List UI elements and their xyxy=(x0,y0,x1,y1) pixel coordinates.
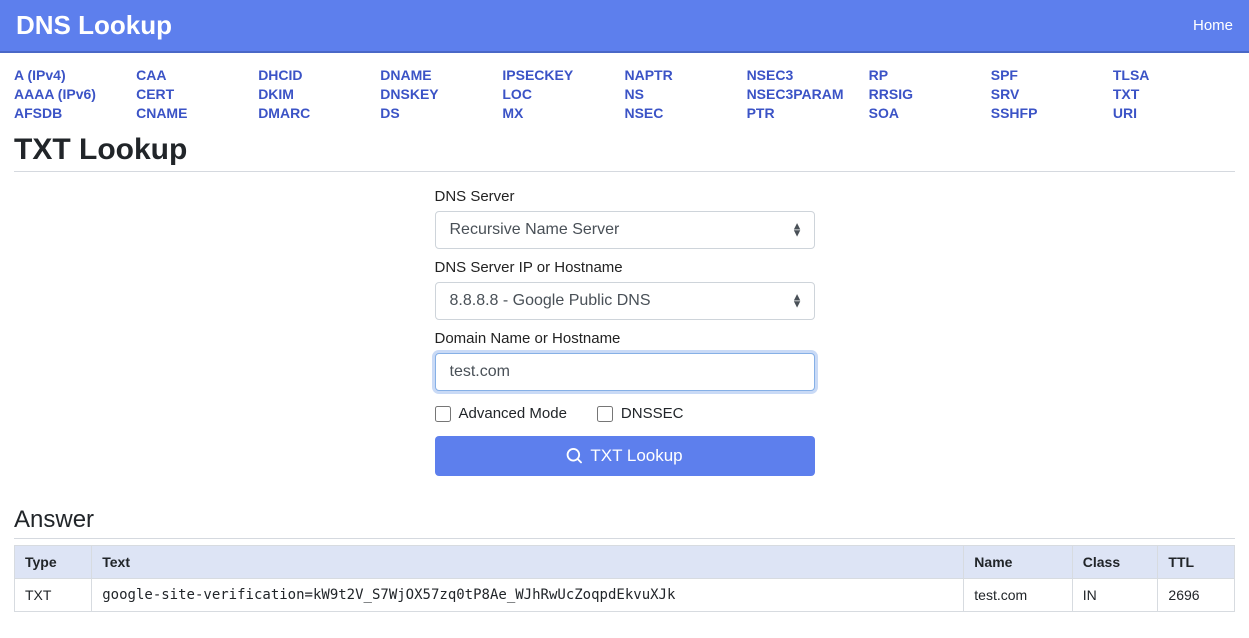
record-type-link[interactable]: SPF xyxy=(991,67,1113,83)
table-header: TTL xyxy=(1158,546,1235,579)
record-type-link[interactable]: SSHFP xyxy=(991,105,1113,121)
lookup-form: DNS Server Recursive Name Server ▲▼ DNS … xyxy=(435,188,815,476)
record-type-link[interactable]: NSEC3 xyxy=(747,67,869,83)
record-type-link[interactable]: SOA xyxy=(869,105,991,121)
home-link[interactable]: Home xyxy=(1193,17,1233,34)
domain-label: Domain Name or Hostname xyxy=(435,330,815,347)
dns-ip-select[interactable]: 8.8.8.8 - Google Public DNS xyxy=(435,282,815,320)
table-header: Name xyxy=(964,546,1072,579)
brand-title[interactable]: DNS Lookup xyxy=(16,10,172,41)
table-cell: test.com xyxy=(964,579,1072,612)
record-type-nav: A (IPv4) AAAA (IPv6) AFSDB CAA CERT CNAME DHCI… xyxy=(0,53,1249,129)
table-cell: google-site-verification=kW9t2V_S7WjOX57… xyxy=(92,579,964,612)
record-type-link[interactable]: PTR xyxy=(747,105,869,121)
page-title: TXT Lookup xyxy=(14,133,1235,172)
table-cell: IN xyxy=(1072,579,1158,612)
record-type-link[interactable]: NAPTR xyxy=(624,67,746,83)
record-type-link[interactable]: CNAME xyxy=(136,105,258,121)
record-type-link[interactable]: DS xyxy=(380,105,502,121)
dns-server-select[interactable]: Recursive Name Server xyxy=(435,211,815,249)
record-type-link[interactable]: IPSECKEY xyxy=(502,67,624,83)
record-type-link[interactable]: CAA xyxy=(136,67,258,83)
record-type-link[interactable]: DMARC xyxy=(258,105,380,121)
dns-ip-label: DNS Server IP or Hostname xyxy=(435,259,815,276)
record-type-link[interactable]: NSEC3PARAM xyxy=(747,86,869,102)
record-type-link[interactable]: MX xyxy=(502,105,624,121)
advanced-mode-checkbox[interactable] xyxy=(435,406,451,422)
table-header: Type xyxy=(15,546,92,579)
record-type-link[interactable]: NS xyxy=(624,86,746,102)
record-type-link[interactable]: TXT xyxy=(1113,86,1235,102)
answer-table: TypeTextNameClassTTL TXTgoogle-site-veri… xyxy=(14,545,1235,612)
record-type-link[interactable]: DNSKEY xyxy=(380,86,502,102)
dns-server-label: DNS Server xyxy=(435,188,815,205)
record-type-link[interactable]: NSEC xyxy=(624,105,746,121)
table-cell: 2696 xyxy=(1158,579,1235,612)
table-header: Class xyxy=(1072,546,1158,579)
record-type-link[interactable]: CERT xyxy=(136,86,258,102)
record-type-link[interactable]: URI xyxy=(1113,105,1235,121)
record-type-link[interactable]: DKIM xyxy=(258,86,380,102)
search-icon xyxy=(566,448,582,464)
table-header: Text xyxy=(92,546,964,579)
record-type-link[interactable]: RRSIG xyxy=(869,86,991,102)
dnssec-checkbox[interactable] xyxy=(597,406,613,422)
record-type-link[interactable]: TLSA xyxy=(1113,67,1235,83)
advanced-mode-label: Advanced Mode xyxy=(459,405,567,422)
submit-label: TXT Lookup xyxy=(590,446,682,466)
answer-title: Answer xyxy=(14,506,1235,539)
table-row: TXTgoogle-site-verification=kW9t2V_S7WjO… xyxy=(15,579,1235,612)
record-type-link[interactable]: LOC xyxy=(502,86,624,102)
domain-input[interactable] xyxy=(435,353,815,391)
record-type-link[interactable]: DHCID xyxy=(258,67,380,83)
record-type-link[interactable]: A (IPv4) xyxy=(14,67,136,83)
record-type-link[interactable]: AFSDB xyxy=(14,105,136,121)
record-type-link[interactable]: SRV xyxy=(991,86,1113,102)
record-type-link[interactable]: AAAA (IPv6) xyxy=(14,86,136,102)
txt-lookup-button[interactable]: TXT Lookup xyxy=(435,436,815,476)
table-cell: TXT xyxy=(15,579,92,612)
top-bar: DNS Lookup Home xyxy=(0,0,1249,53)
dnssec-label: DNSSEC xyxy=(621,405,684,422)
record-type-link[interactable]: RP xyxy=(869,67,991,83)
record-type-link[interactable]: DNAME xyxy=(380,67,502,83)
